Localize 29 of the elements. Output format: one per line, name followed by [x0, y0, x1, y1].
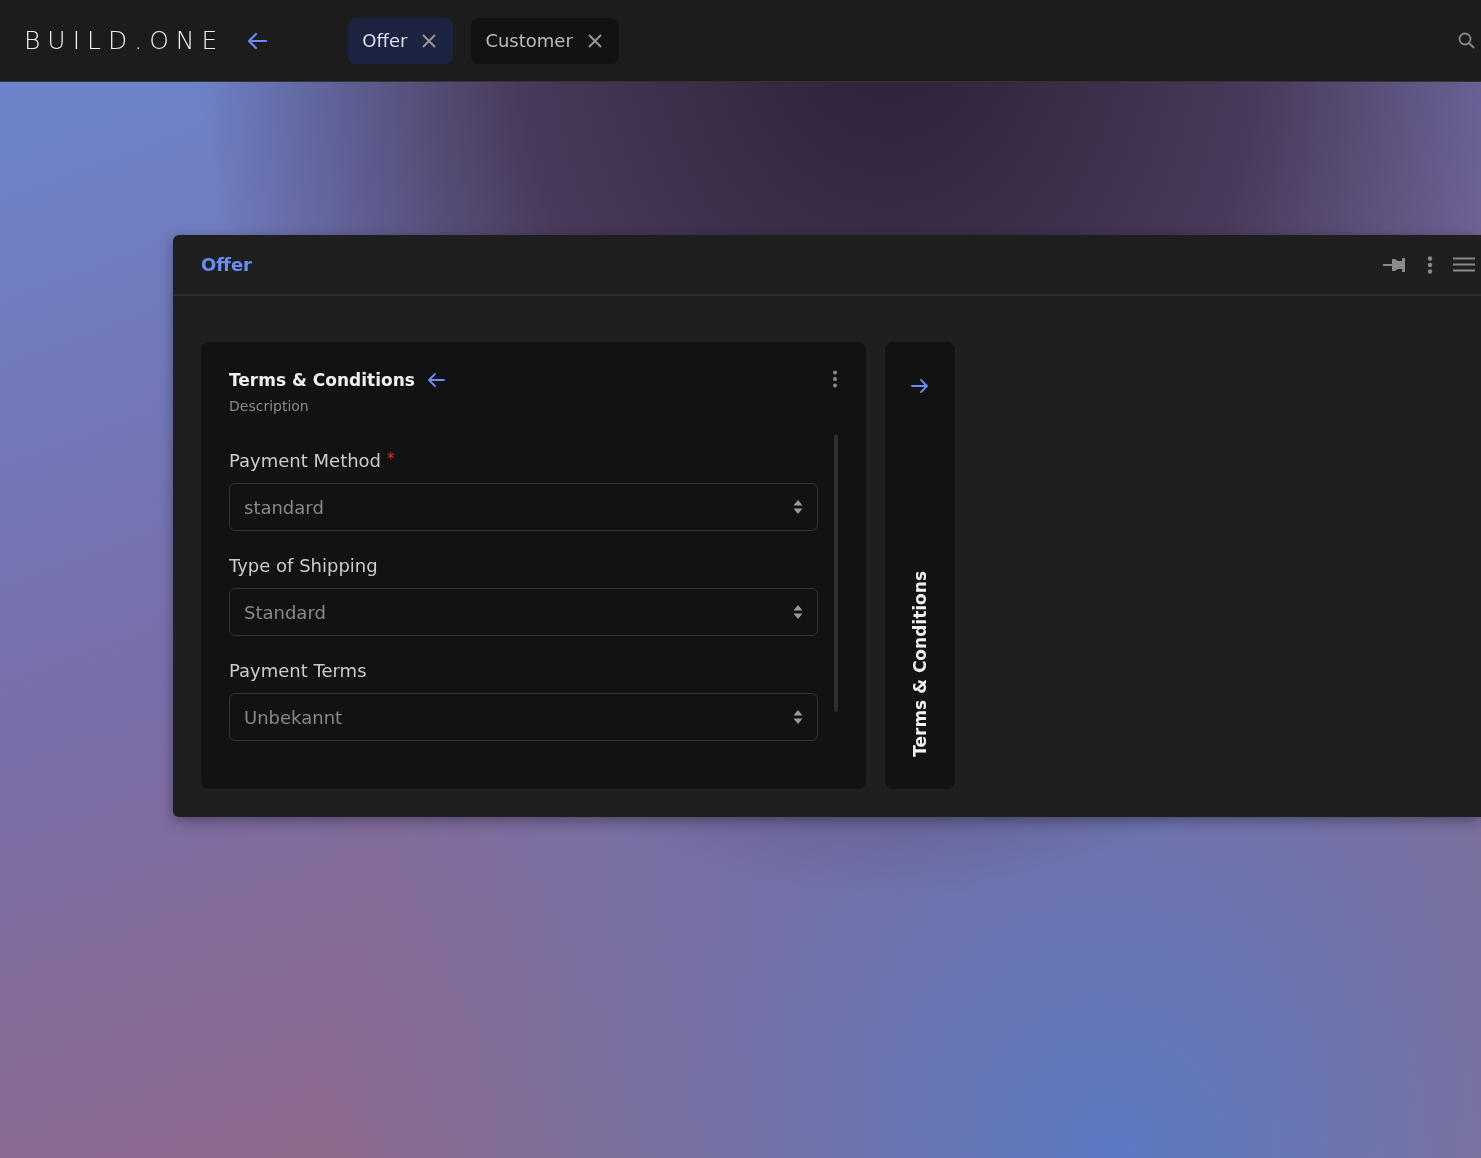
- close-icon[interactable]: [421, 32, 438, 49]
- more-options-icon[interactable]: [1427, 255, 1433, 274]
- tab[interactable]: Customer: [471, 17, 619, 64]
- up-down-caret-icon: [793, 604, 803, 620]
- required-mark: *: [387, 450, 395, 470]
- menu-icon[interactable]: [1453, 257, 1475, 272]
- field-label: Type of Shipping: [229, 555, 378, 576]
- back-arrow-icon[interactable]: [426, 372, 445, 388]
- logo: BUILD.ONE: [24, 26, 225, 55]
- card-subtitle: Description: [229, 398, 310, 414]
- select-field[interactable]: standard: [229, 483, 818, 531]
- up-down-caret-icon: [793, 499, 803, 515]
- select-field[interactable]: Standard: [229, 588, 818, 636]
- tab[interactable]: Offer: [348, 17, 454, 64]
- tab-label: Offer: [362, 30, 408, 51]
- panel-title: Offer: [201, 254, 252, 275]
- back-arrow-icon[interactable]: [246, 31, 269, 50]
- collapsed-card-title: Terms & Conditions: [910, 571, 930, 757]
- close-icon[interactable]: [586, 32, 603, 49]
- search-icon[interactable]: [1458, 32, 1475, 49]
- field-label: Payment Terms: [229, 660, 367, 681]
- field-label: Payment Method: [229, 450, 382, 471]
- select-field[interactable]: Unbekannt: [229, 693, 818, 741]
- pin-icon[interactable]: [1383, 256, 1407, 273]
- forward-arrow-icon[interactable]: [911, 378, 929, 394]
- tab-label: Customer: [485, 30, 573, 51]
- card-title: Terms & Conditions: [229, 370, 415, 390]
- up-down-caret-icon: [793, 709, 803, 725]
- more-options-icon[interactable]: [832, 370, 838, 388]
